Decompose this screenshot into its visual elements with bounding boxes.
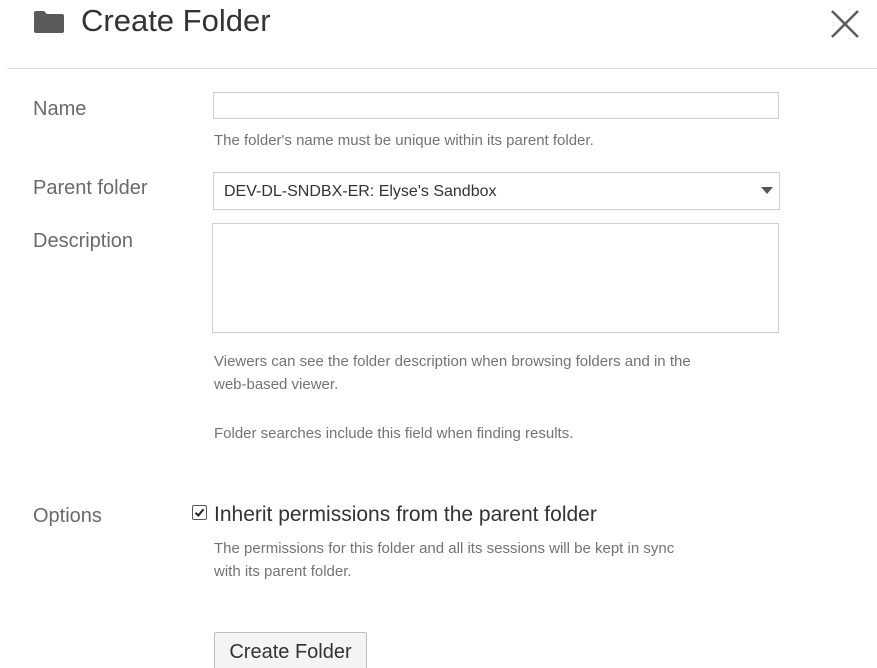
inherit-permissions-label[interactable]: Inherit permissions from the parent fold… xyxy=(214,502,597,528)
create-folder-button[interactable]: Create Folder xyxy=(214,632,367,668)
dialog-header: Create Folder xyxy=(0,0,877,68)
caret-down-icon xyxy=(761,187,773,194)
description-label: Description xyxy=(33,230,134,252)
inherit-help-line2: with its parent folder. xyxy=(214,563,352,580)
inherit-help-line1: The permissions for this folder and all … xyxy=(214,540,675,557)
header-divider xyxy=(7,68,877,69)
name-help-text: The folder's name must be unique within … xyxy=(214,132,594,149)
close-icon[interactable] xyxy=(827,6,863,42)
options-label: Options xyxy=(33,505,102,527)
dialog-title: Create Folder xyxy=(81,3,271,38)
description-textarea[interactable] xyxy=(212,223,779,333)
name-input[interactable] xyxy=(213,92,779,119)
parent-folder-select[interactable]: DEV-DL-SNDBX-ER: Elyse's Sandbox xyxy=(213,172,780,210)
folder-icon xyxy=(34,11,64,33)
description-search-help: Folder searches include this field when … xyxy=(214,425,574,442)
description-help-line2: web-based viewer. xyxy=(214,376,339,393)
create-folder-dialog: Create Folder Name The folder's name mus… xyxy=(0,0,877,668)
checkmark-icon xyxy=(194,508,205,517)
parent-folder-label: Parent folder xyxy=(33,177,148,199)
inherit-permissions-checkbox[interactable] xyxy=(192,505,207,520)
description-help-line1: Viewers can see the folder description w… xyxy=(214,353,691,370)
parent-folder-selected-value: DEV-DL-SNDBX-ER: Elyse's Sandbox xyxy=(224,183,497,200)
name-label: Name xyxy=(33,98,87,120)
